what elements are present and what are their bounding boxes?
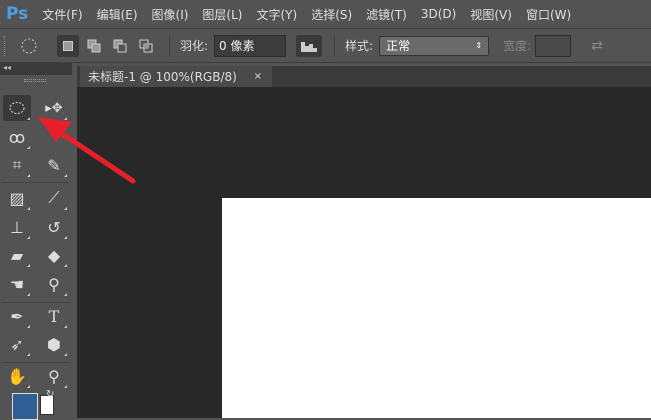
red-arrow-annotation: [38, 117, 136, 184]
